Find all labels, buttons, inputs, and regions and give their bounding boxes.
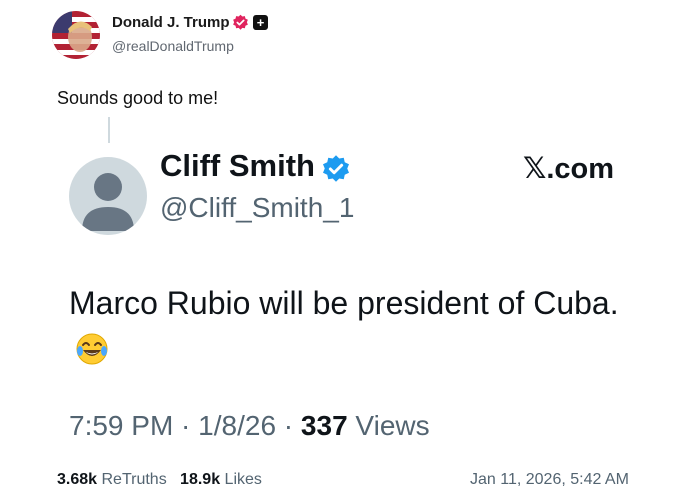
quoted-meta: 7:59 PM · 1/8/26 · 337 Views <box>69 410 430 441</box>
post-timestamp[interactable]: Jan 11, 2026, 5:42 AM <box>470 471 629 489</box>
engagement-stats: 3.68k ReTruths 18.9k Likes <box>57 471 262 489</box>
quoted-text: Marco Rubio will be president of Cuba. <box>69 280 629 372</box>
author-name[interactable]: Donald J. Trump <box>112 14 230 31</box>
quoted-handle: @Cliff_Smith_1 <box>160 192 355 223</box>
quoted-text-body: Marco Rubio will be president of Cuba. <box>69 285 619 321</box>
verified-check-icon <box>321 154 351 184</box>
likes-count: 18.9k <box>180 471 221 488</box>
verified-badge-icon <box>232 14 249 31</box>
author-handle[interactable]: @realDonaldTrump <box>112 38 234 54</box>
thread-divider <box>108 117 110 143</box>
tears-of-joy-emoji <box>75 332 109 366</box>
quoted-name: Cliff Smith <box>160 148 315 183</box>
retruths-count: 3.68k <box>57 471 98 488</box>
likes-stat[interactable]: 18.9k Likes <box>180 471 262 488</box>
quoted-time: 7:59 PM <box>69 410 174 441</box>
quoted-avatar <box>69 157 147 235</box>
post-text: Sounds good to me! <box>57 88 219 108</box>
quoted-views-label: Views <box>355 410 430 441</box>
quoted-views-count: 337 <box>300 410 348 441</box>
retruths-stat[interactable]: 3.68k ReTruths <box>57 471 167 488</box>
source-label: 𝕏.com <box>523 153 615 185</box>
likes-label: Likes <box>224 471 262 488</box>
plus-badge-icon: + <box>253 15 268 30</box>
quoted-date: 1/8/26 <box>198 410 277 441</box>
author-avatar[interactable] <box>52 11 100 59</box>
retruths-label: ReTruths <box>101 471 167 488</box>
